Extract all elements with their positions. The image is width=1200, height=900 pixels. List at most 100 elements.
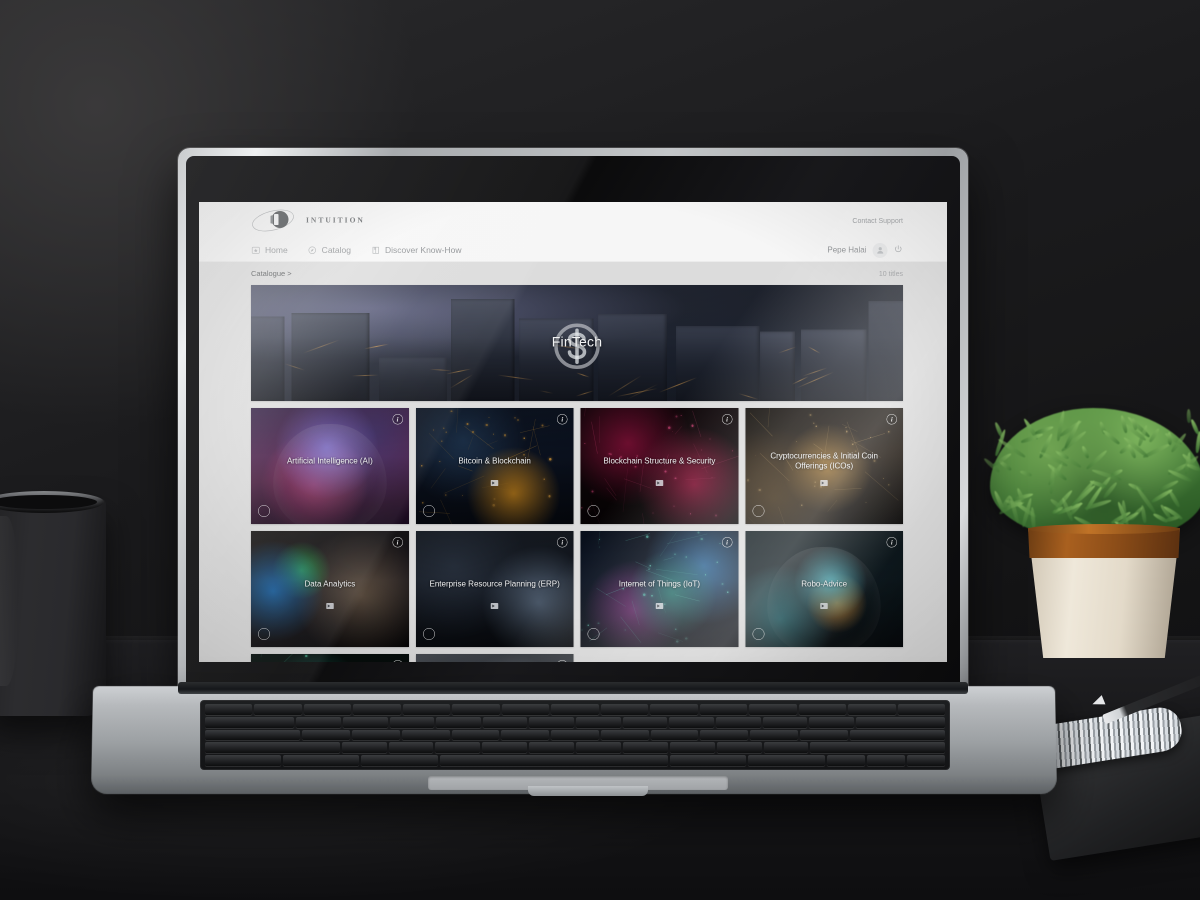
play-media-icon[interactable] <box>656 480 664 486</box>
keyboard-key <box>763 717 808 728</box>
keyboard-key <box>529 717 574 728</box>
keyboard-key <box>342 742 387 753</box>
course-card[interactable]: Blockchain Structure & Security i <box>581 408 739 524</box>
keyboard-key <box>856 717 945 728</box>
course-card-title: Internet of Things (IoT) <box>581 579 739 589</box>
user-name: Pepe Halai <box>827 246 866 255</box>
breadcrumb[interactable]: Catalogue > <box>251 269 292 278</box>
keyboard-key <box>601 730 649 741</box>
intuition-logo-icon <box>251 208 299 234</box>
progress-ring-icon <box>258 628 270 640</box>
progress-ring-icon <box>258 505 270 517</box>
keyboard-key <box>650 704 697 715</box>
keyboard-key <box>799 704 846 715</box>
info-icon[interactable]: i <box>392 660 403 662</box>
course-card[interactable]: Enterprise Resource Planning (ERP) i <box>416 531 574 647</box>
keyboard-key <box>296 717 341 728</box>
keyboard-key <box>670 742 715 753</box>
info-icon[interactable]: i <box>557 414 568 425</box>
course-card[interactable]: Cryptocurrencies & Initial Coin Offering… <box>745 408 903 524</box>
keyboard-key <box>482 742 527 753</box>
course-card[interactable]: i <box>251 654 409 662</box>
keyboard-key <box>390 717 435 728</box>
keyboard-key <box>623 717 668 728</box>
nav-item-catalog[interactable]: Catalog <box>308 245 351 255</box>
keyboard-key <box>810 742 945 753</box>
course-card[interactable]: Bitcoin & Blockchain i <box>416 408 574 524</box>
book-icon <box>371 246 381 256</box>
keyboard-key <box>700 730 748 741</box>
web-app-page: INTUITION Contact Support Home Catalog D… <box>199 202 947 662</box>
keyboard-key <box>670 755 746 766</box>
keyboard-key <box>867 755 905 766</box>
keyboard-key <box>254 704 301 715</box>
keyboard-key <box>848 704 895 715</box>
play-media-icon[interactable] <box>820 603 828 609</box>
play-media-icon[interactable] <box>820 480 828 486</box>
course-card-title: Bitcoin & Blockchain <box>416 456 574 466</box>
info-icon[interactable]: i <box>722 537 733 548</box>
keyboard-key <box>750 730 798 741</box>
nav-item-discover-know-how[interactable]: Discover Know-How <box>371 245 462 255</box>
play-media-icon[interactable] <box>326 603 334 609</box>
keyboard-key <box>551 730 599 741</box>
course-card[interactable]: Internet of Things (IoT) i <box>581 531 739 647</box>
progress-ring-icon <box>752 628 764 640</box>
keyboard-key <box>623 742 668 753</box>
course-card-title: Cryptocurrencies & Initial Coin Offering… <box>745 451 903 471</box>
brand-logo[interactable]: INTUITION <box>251 208 365 234</box>
keyboard-key <box>402 730 450 741</box>
keyboard-key <box>748 755 824 766</box>
course-card-title: Artificial Intelligence (AI) <box>251 456 409 466</box>
keyboard-key <box>850 730 945 741</box>
desk-scene-photo: INTUITION Contact Support Home Catalog D… <box>0 0 1200 900</box>
play-media-icon[interactable] <box>656 603 664 609</box>
play-media-icon[interactable] <box>491 603 499 609</box>
course-card[interactable]: Robo-Advice i <box>745 531 903 647</box>
keyboard-key <box>302 730 350 741</box>
power-icon[interactable] <box>894 244 904 256</box>
keyboard-key <box>452 730 500 741</box>
info-icon[interactable]: i <box>557 537 568 548</box>
brand-name: INTUITION <box>306 216 365 225</box>
keyboard-key <box>501 730 549 741</box>
laptop: INTUITION Contact Support Home Catalog D… <box>0 0 1200 900</box>
info-icon[interactable]: i <box>887 414 898 425</box>
keyboard-key <box>483 717 528 728</box>
info-icon[interactable]: i <box>392 537 403 548</box>
course-card-title: Robo-Advice <box>745 579 903 589</box>
nav-item-home[interactable]: Home <box>251 245 288 255</box>
breadcrumb-bar: Catalogue > 10 titles <box>199 262 947 285</box>
course-card[interactable]: i <box>416 654 574 662</box>
main-navigation: Home Catalog Discover Know-How Pepe Hala… <box>199 239 947 262</box>
keyboard-key <box>452 704 499 715</box>
laptop-front-notch <box>528 786 648 796</box>
info-icon[interactable]: i <box>392 414 403 425</box>
compass-icon <box>308 246 318 256</box>
keyboard-key <box>436 717 481 728</box>
info-icon[interactable]: i <box>887 537 898 548</box>
contact-support-link[interactable]: Contact Support <box>852 217 903 225</box>
nav-label-catalog: Catalog <box>322 245 351 255</box>
keyboard-row <box>205 717 945 728</box>
course-card-title: Enterprise Resource Planning (ERP) <box>416 579 574 589</box>
laptop-keyboard <box>200 700 950 770</box>
keyboard-key <box>205 704 252 715</box>
keyboard-key <box>717 742 762 753</box>
info-icon[interactable]: i <box>722 414 733 425</box>
keyboard-key <box>343 717 388 728</box>
progress-ring-icon <box>423 628 435 640</box>
progress-ring-icon <box>588 505 600 517</box>
keyboard-key <box>551 704 598 715</box>
keyboard-key <box>403 704 450 715</box>
user-avatar-icon[interactable] <box>873 243 888 258</box>
app-header: INTUITION Contact Support Home Catalog D… <box>199 202 947 262</box>
progress-ring-icon <box>423 505 435 517</box>
hero-banner[interactable]: FinTech <box>251 285 903 401</box>
keyboard-key <box>361 755 437 766</box>
play-media-icon[interactable] <box>491 480 499 486</box>
course-card[interactable]: Data Analytics i <box>251 531 409 647</box>
course-card-grid: Artificial Intelligence (AI) i Bitcoin & B… <box>251 408 903 662</box>
course-card[interactable]: Artificial Intelligence (AI) i <box>251 408 409 524</box>
keyboard-row <box>205 742 945 753</box>
